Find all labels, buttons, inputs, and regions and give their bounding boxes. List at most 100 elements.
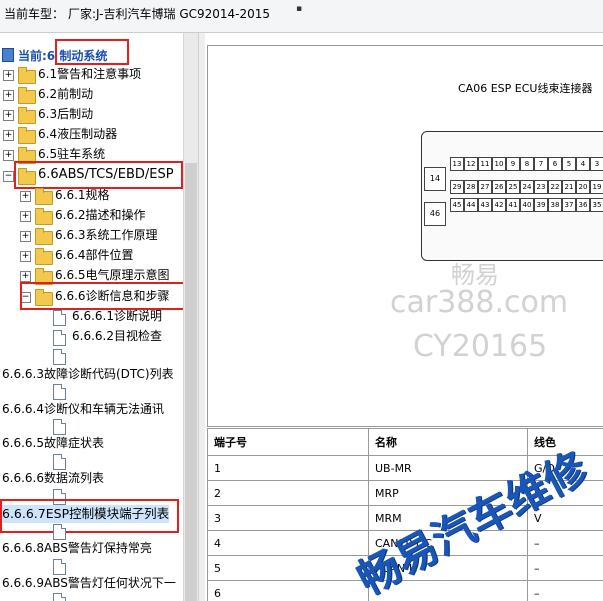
cell: 5 <box>207 555 369 581</box>
book-icon <box>2 48 14 62</box>
tree-item[interactable]: 6.3后制动 <box>38 105 93 123</box>
document-pane: CA06 ESP ECU线束连接器 14 46 13 12 11 10 9 8 7 6 5 4 3 2… <box>205 33 603 601</box>
document-icon <box>53 349 66 365</box>
cell: 1 <box>207 455 369 481</box>
document-icon <box>53 330 66 346</box>
cell: 2 <box>207 480 369 506</box>
tree-panel[interactable]: 当前:6 制动系统 + 6.1警告和注意事项 + 6.2前制动 + 6.3后制动… <box>0 33 198 601</box>
expand-icon[interactable]: + <box>20 231 31 242</box>
connector-pin: 10 <box>492 157 506 171</box>
folder-icon <box>35 228 53 245</box>
connector-pin: 7 <box>534 157 548 171</box>
connector-pin: 42 <box>492 198 506 212</box>
expand-icon[interactable]: + <box>20 251 31 262</box>
highlight-box-esp <box>0 499 179 533</box>
folder-icon <box>35 248 53 265</box>
folder-icon <box>18 87 36 104</box>
cell: 4 <box>207 530 369 556</box>
document-icon <box>53 419 66 435</box>
collapse-icon[interactable]: − <box>3 171 14 182</box>
tree-item[interactable]: 6.6.4部件位置 <box>55 246 134 264</box>
tree-item[interactable]: 6.6.6.8ABS警告灯保持常亮 <box>2 539 152 557</box>
tree-scrollbar[interactable] <box>183 33 198 601</box>
connector-pin: 37 <box>562 198 576 212</box>
connector-pin: 38 <box>548 198 562 212</box>
document-icon <box>53 454 66 470</box>
connector-pin: 29 <box>450 180 464 194</box>
connector-pin: 22 <box>548 180 562 194</box>
cell: – <box>527 580 603 601</box>
tree-item[interactable]: 6.4液压制动器 <box>38 125 117 143</box>
connector-pin: 8 <box>520 157 534 171</box>
tree-item[interactable]: 6.1警告和注意事项 <box>38 65 141 83</box>
connector-pin: 12 <box>464 157 478 171</box>
connector-pin: 4 <box>576 157 590 171</box>
connector-diagram: CA06 ESP ECU线束连接器 14 46 13 12 11 10 9 8 7 6 5 4 3 2… <box>207 45 603 427</box>
connector-pin: 27 <box>478 180 492 194</box>
connector-pin: 11 <box>478 157 492 171</box>
cell: 6 <box>207 580 369 601</box>
document-icon <box>53 310 66 326</box>
connector-pin: 13 <box>450 157 464 171</box>
tree-scrollbar-thumb[interactable] <box>185 163 197 601</box>
document-icon <box>53 384 66 400</box>
folder-icon <box>18 107 36 124</box>
connector-pin: 41 <box>506 198 520 212</box>
document-icon <box>53 593 66 601</box>
connector-pin: 28 <box>464 180 478 194</box>
folder-icon <box>35 188 53 205</box>
connector-pin: 20 <box>576 180 590 194</box>
connector-pin: 36 <box>576 198 590 212</box>
document-icon <box>53 524 66 540</box>
vehicle-label: 当前车型： 厂家:J-吉利汽车博瑞 GC92014-2015 <box>4 7 271 21</box>
highlight-box-current <box>55 39 129 65</box>
tree-item[interactable]: 6.6.3系统工作原理 <box>55 226 158 244</box>
connector-pin: 3 <box>590 157 603 171</box>
connector-pin: 26 <box>492 180 506 194</box>
col-header: 端子号 <box>207 428 369 456</box>
connector-pin: 25 <box>506 180 520 194</box>
folder-icon <box>35 208 53 225</box>
tree-item[interactable]: 6.6.6.2目视检查 <box>72 327 162 345</box>
col-header: 名称 <box>368 428 528 456</box>
tree-item[interactable]: 6.6.1规格 <box>55 186 110 204</box>
connector-pin: 6 <box>548 157 562 171</box>
cell: – <box>527 555 603 581</box>
expand-icon[interactable]: + <box>3 150 14 161</box>
pin-14: 14 <box>424 167 446 191</box>
connector-pin: 19 <box>590 180 603 194</box>
connector-pin: 40 <box>520 198 534 212</box>
title-bar: 当前车型： 厂家:J-吉利汽车博瑞 GC92014-2015 ▪ <box>0 0 603 33</box>
expand-icon[interactable]: + <box>20 191 31 202</box>
tree-item[interactable]: 6.2前制动 <box>38 85 93 103</box>
expand-icon[interactable]: + <box>20 211 31 222</box>
tree-item[interactable]: 6.6.6.1诊断说明 <box>72 307 162 325</box>
folder-icon <box>18 67 36 84</box>
diagram-caption: CA06 ESP ECU线束连接器 <box>458 82 593 95</box>
connector-pin: 24 <box>520 180 534 194</box>
expand-icon[interactable]: + <box>3 130 14 141</box>
tree-item[interactable]: 6.6.6.4诊断仪和车辆无法通讯 <box>2 400 164 418</box>
brand-mark: ▪ <box>296 4 303 14</box>
connector-pin: 21 <box>562 180 576 194</box>
highlight-box-abs <box>14 161 183 189</box>
document-icon <box>53 559 66 575</box>
connector-pin: 43 <box>478 198 492 212</box>
folder-icon <box>18 127 36 144</box>
connector-pin: 23 <box>534 180 548 194</box>
tree-item[interactable]: 6.6.2描述和操作 <box>55 206 146 224</box>
highlight-box-diag <box>20 282 190 310</box>
tree-item[interactable]: 6.6.6.5故障症状表 <box>2 434 104 452</box>
tree-item[interactable]: 6.6.6.3故障诊断代码(DTC)列表 <box>2 365 174 383</box>
connector-pin: 35 <box>590 198 603 212</box>
pin-46: 46 <box>424 202 446 226</box>
connector-body: 14 46 13121110987654321 2928272625242322… <box>421 131 603 261</box>
expand-icon[interactable]: + <box>20 271 31 282</box>
connector-pin: 44 <box>464 198 478 212</box>
tree-item[interactable]: 6.6.6.6数据流列表 <box>2 469 104 487</box>
tree-item[interactable]: 6.6.6.9ABS警告灯任何状况下一 <box>2 574 176 592</box>
expand-icon[interactable]: + <box>3 110 14 121</box>
expand-icon[interactable]: + <box>3 70 14 81</box>
expand-icon[interactable]: + <box>3 90 14 101</box>
cell: – <box>527 530 603 556</box>
